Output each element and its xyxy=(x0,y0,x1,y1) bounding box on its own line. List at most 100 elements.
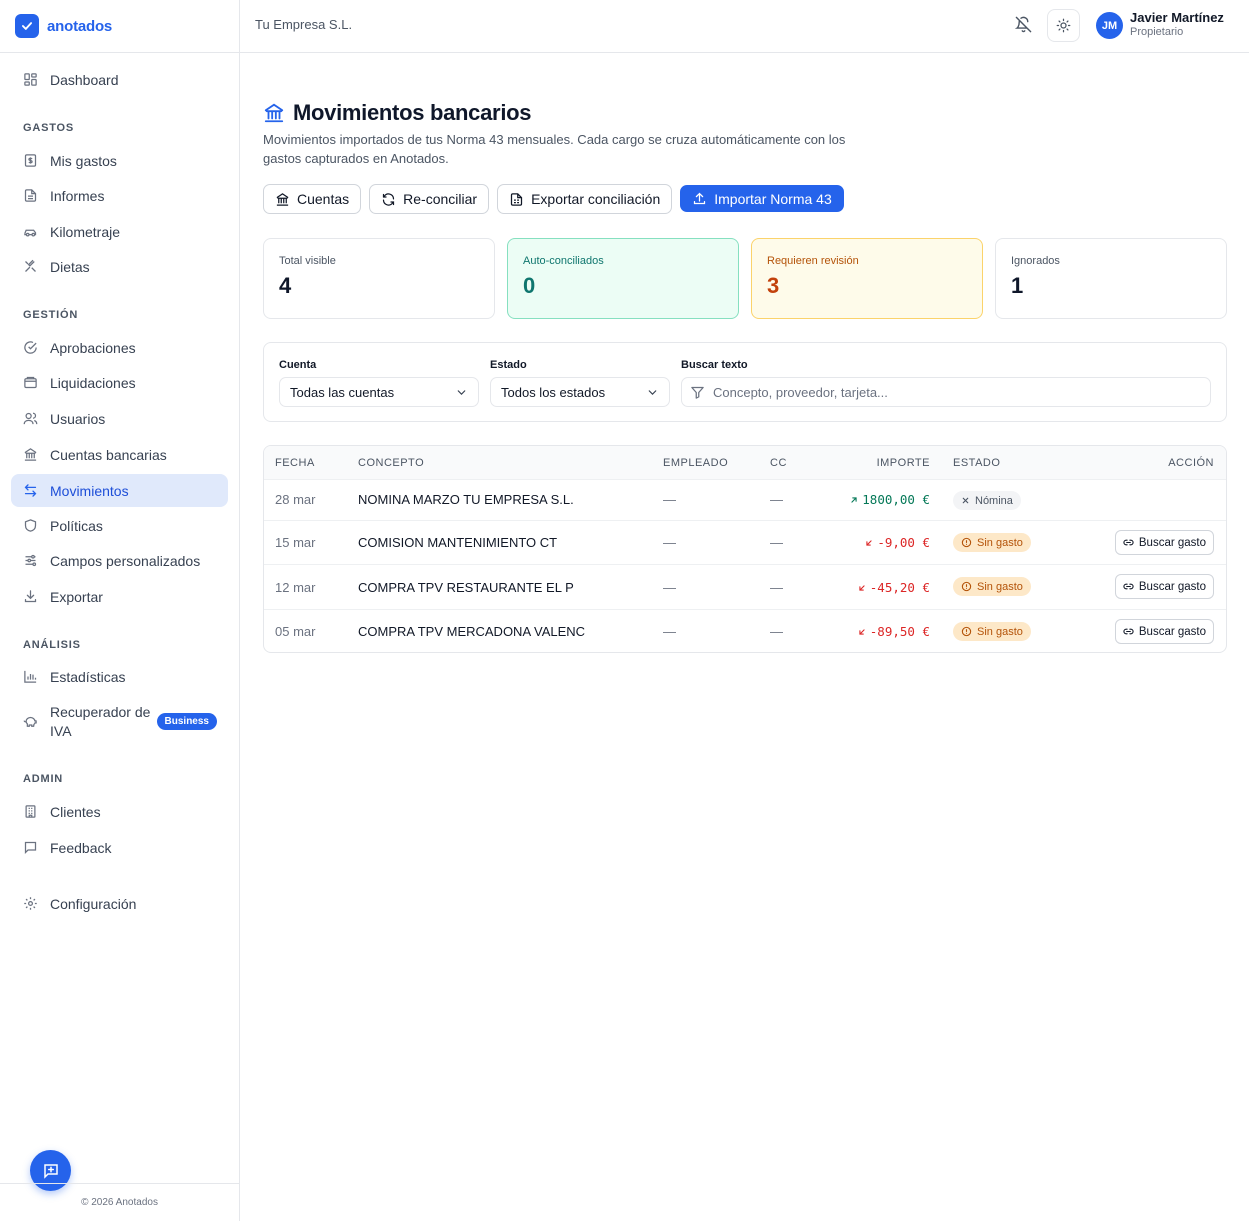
button-label: Buscar gasto xyxy=(1138,580,1206,593)
upload-icon xyxy=(692,191,707,206)
table-row[interactable]: 05 mar COMPRA TPV MERCADONA VALENC — — -… xyxy=(264,610,1226,652)
stat-value: 4 xyxy=(279,273,292,298)
th-empleado[interactable]: EMPLEADO xyxy=(663,457,728,469)
check-circle-icon xyxy=(23,340,38,355)
cell-cc: — xyxy=(770,492,783,507)
cuentas-button[interactable]: Cuentas xyxy=(263,184,362,214)
buscar-label: Buscar texto xyxy=(681,359,748,371)
table-header: FECHA CONCEPTO EMPLEADO CC IMPORTE ESTAD… xyxy=(264,446,1226,480)
th-estado[interactable]: ESTADO xyxy=(953,457,1000,469)
sidebar-item-label: Configuración xyxy=(50,895,137,912)
sidebar-item-clientes[interactable]: Clientes xyxy=(11,795,228,828)
sidebar-item-label: Dashboard xyxy=(50,71,119,88)
sidebar-item-liquidaciones[interactable]: Liquidaciones xyxy=(11,366,228,399)
sidebar-item-label: Recuperador de IVA xyxy=(50,704,151,739)
stat-value: 0 xyxy=(523,273,536,298)
message-square-icon xyxy=(23,840,38,855)
sidebar-item-campos-personalizados[interactable]: Campos personalizados xyxy=(11,544,228,577)
sidebar-item-aprobaciones[interactable]: Aprobaciones xyxy=(11,331,228,364)
estado-select[interactable]: Todos los estados xyxy=(490,377,670,407)
file-text-icon xyxy=(23,188,38,203)
page-header: Movimientos bancarios xyxy=(263,100,532,126)
cell-importe: 1800,00 € xyxy=(849,492,930,507)
sidebar-item-exportar[interactable]: Exportar xyxy=(11,580,228,613)
stat-label: Ignorados xyxy=(1011,255,1060,267)
status-label: Sin gasto xyxy=(977,625,1023,638)
sidebar-item-cuentas-bancarias[interactable]: Cuentas bancarias xyxy=(11,438,228,471)
sidebar-item-dashboard[interactable]: Dashboard xyxy=(11,63,228,96)
link-icon xyxy=(1123,626,1134,637)
cell-empleado: — xyxy=(663,580,676,595)
search-input[interactable] xyxy=(713,384,1193,400)
stat-value: 1 xyxy=(1011,273,1024,298)
table-row[interactable]: 12 mar COMPRA TPV RESTAURANTE EL P — — -… xyxy=(264,565,1226,610)
status-badge: Nómina xyxy=(953,491,1021,510)
th-importe[interactable]: IMPORTE xyxy=(877,457,930,469)
sidebar-item-label: Aprobaciones xyxy=(50,339,136,356)
th-fecha[interactable]: FECHA xyxy=(275,457,315,469)
table-row[interactable]: 28 mar NOMINA MARZO TU EMPRESA S.L. — — … xyxy=(264,480,1226,521)
buscar-gasto-button[interactable]: Buscar gasto xyxy=(1114,619,1214,644)
th-cc[interactable]: CC xyxy=(770,457,787,469)
cell-empleado: — xyxy=(663,624,676,639)
buscar-gasto-button[interactable]: Buscar gasto xyxy=(1114,574,1214,599)
cell-importe: -45,20 € xyxy=(857,580,930,595)
amount-value: 1800,00 € xyxy=(862,492,930,507)
sidebar-item-label: Cuentas bancarias xyxy=(50,446,167,463)
section-gastos: GASTOS xyxy=(23,122,75,134)
business-badge: Business xyxy=(156,713,217,730)
sidebar-item-feedback[interactable]: Feedback xyxy=(11,831,228,864)
cell-empleado: — xyxy=(663,492,676,507)
sidebar-item-label: Campos personalizados xyxy=(50,552,201,569)
sidebar-item-label: Usuarios xyxy=(50,410,106,427)
chevron-down-icon xyxy=(455,386,468,399)
filters-panel: Cuenta Todas las cuentas Estado Todos lo… xyxy=(263,342,1227,422)
shield-icon xyxy=(23,518,38,533)
sidebar-item-estadisticas[interactable]: Estadísticas xyxy=(11,660,228,693)
exportar-conciliacion-button[interactable]: Exportar conciliación xyxy=(497,184,673,214)
link-icon xyxy=(1123,581,1134,592)
sidebar-item-informes[interactable]: Informes xyxy=(11,179,228,212)
avatar[interactable]: JM xyxy=(1096,12,1123,39)
reconciliar-button[interactable]: Re-conciliar xyxy=(369,184,490,214)
bell-off-icon[interactable] xyxy=(1015,16,1033,34)
status-badge: Sin gasto xyxy=(953,533,1031,552)
bar-chart-icon xyxy=(23,669,38,684)
bank-icon xyxy=(23,447,38,462)
section-analisis: ANÁLISIS xyxy=(23,639,81,651)
sidebar-item-movimientos[interactable]: Movimientos xyxy=(11,474,228,507)
stats-row: Total visible 4 Auto-conciliados 0 Requi… xyxy=(263,238,1227,319)
cell-concepto: COMPRA TPV RESTAURANTE EL P xyxy=(358,580,574,595)
sidebar-item-dietas[interactable]: Dietas xyxy=(11,250,228,283)
sidebar-item-label: Mis gastos xyxy=(50,152,117,169)
sidebar-item-usuarios[interactable]: Usuarios xyxy=(11,402,228,435)
user-role: Propietario xyxy=(1130,26,1184,38)
sidebar-item-kilometraje[interactable]: Kilometraje xyxy=(11,215,228,248)
estado-label: Estado xyxy=(490,359,527,371)
arrow-up-right-icon xyxy=(849,495,859,505)
user-name: Javier Martínez xyxy=(1130,10,1224,25)
button-label: Exportar conciliación xyxy=(531,191,661,207)
company-name[interactable]: Tu Empresa S.L. xyxy=(255,17,352,32)
stat-label: Requieren revisión xyxy=(767,255,859,267)
link-icon xyxy=(1123,537,1134,548)
sidebar-item-label: Informes xyxy=(50,187,105,204)
theme-toggle-button[interactable] xyxy=(1047,9,1080,42)
brand[interactable]: anotados xyxy=(0,0,239,53)
message-plus-icon xyxy=(42,1162,60,1180)
search-box xyxy=(681,377,1211,407)
page-title: Movimientos bancarios xyxy=(293,100,532,125)
status-badge: Sin gasto xyxy=(953,577,1031,596)
importar-norma-43-button[interactable]: Importar Norma 43 xyxy=(680,185,844,212)
sliders-icon xyxy=(23,553,38,568)
buscar-gasto-button[interactable]: Buscar gasto xyxy=(1114,530,1214,555)
cell-importe: -9,00 € xyxy=(864,535,930,550)
th-concepto[interactable]: CONCEPTO xyxy=(358,457,424,469)
sidebar-item-configuracion[interactable]: Configuración xyxy=(11,887,228,920)
sidebar-item-mis-gastos[interactable]: Mis gastos xyxy=(11,144,228,177)
table-row[interactable]: 15 mar COMISION MANTENIMIENTO CT — — -9,… xyxy=(264,521,1226,565)
sidebar-item-politicas[interactable]: Políticas xyxy=(11,509,228,542)
users-icon xyxy=(23,411,38,426)
cuenta-select[interactable]: Todas las cuentas xyxy=(279,377,479,407)
sidebar-item-recuperador-iva[interactable]: Recuperador de IVA Business xyxy=(11,701,228,743)
